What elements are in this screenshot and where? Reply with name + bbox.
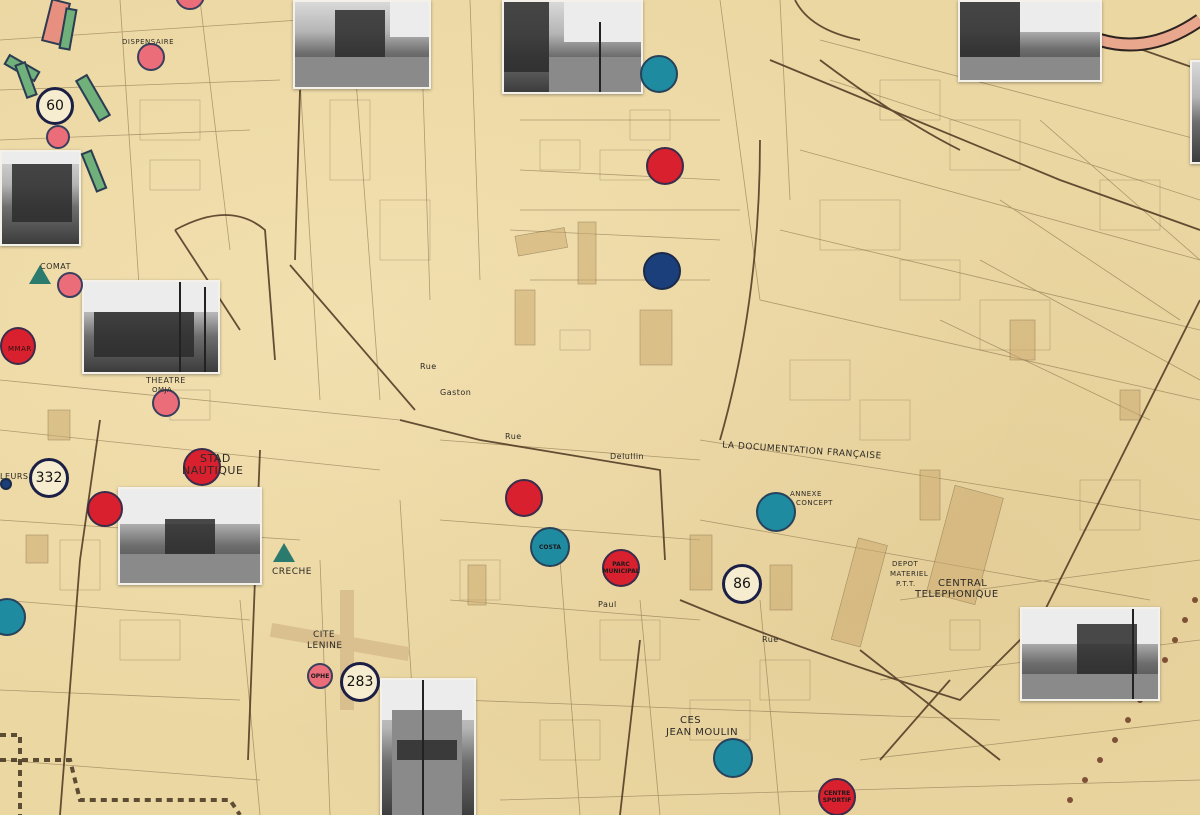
photo-avenue: [502, 0, 643, 94]
red-dot-marker[interactable]: CENTRE SPORTIF: [818, 778, 856, 815]
photo-office-block: [0, 150, 81, 246]
map-label: CES: [680, 715, 702, 726]
number-marker[interactable]: 60: [36, 87, 74, 125]
photo-street-cars: [293, 0, 431, 89]
street-label: Rue: [505, 432, 522, 441]
dot-label-stack: CENTRE SPORTIF: [823, 790, 852, 804]
pink-dot-marker[interactable]: OPHE: [307, 663, 333, 689]
map-label: JEAN MOULIN: [666, 727, 739, 738]
red-dot-marker[interactable]: [505, 479, 543, 517]
city-map: OPHE PARC MUNICIPAL CENTRE SPORTIF COSTA…: [0, 0, 1200, 815]
photo-apartment-tower: [380, 678, 476, 815]
street-label: Gaston: [440, 388, 472, 397]
pink-dot-marker[interactable]: [46, 125, 70, 149]
map-label: LENINE: [307, 641, 343, 651]
street-label: Paul: [598, 600, 617, 609]
dot-label: OPHE: [310, 672, 330, 680]
photo-car-buildings: [958, 0, 1102, 82]
street-label: Rue: [762, 635, 779, 644]
dot-label: SPORTIF: [822, 797, 852, 804]
red-dot-marker[interactable]: PARC MUNICIPAL: [602, 549, 640, 587]
dot-label: CENTRE: [823, 790, 851, 797]
blue-dot-marker[interactable]: [640, 55, 678, 93]
blue-dot-marker[interactable]: COSTA: [530, 527, 570, 567]
photo-station-street: [1020, 607, 1160, 701]
street-label: Rue: [420, 362, 437, 371]
street-label: Delullin: [610, 452, 645, 461]
map-label: P.T.T.: [896, 580, 916, 588]
map-label: DEPOT: [892, 560, 919, 568]
map-label: CITE: [313, 630, 336, 640]
map-label: NAUTIQUE: [182, 464, 244, 477]
map-label: MATERIEL: [890, 570, 929, 578]
dot-label: COSTA: [538, 543, 562, 551]
photo-edge-right: [1190, 60, 1200, 164]
navy-dot-marker[interactable]: [643, 252, 681, 290]
map-label: MMAR: [8, 345, 32, 353]
map-label: LEURS: [0, 472, 29, 481]
blue-dot-marker[interactable]: [756, 492, 796, 532]
map-label: CENTRAL: [938, 578, 988, 589]
red-dot-marker[interactable]: [87, 491, 123, 527]
map-label: ANNEXE: [790, 490, 822, 498]
map-label: TELEPHONIQUE: [915, 589, 999, 600]
photo-pavilion: [82, 280, 220, 374]
photo-nautical-stadium: [118, 487, 262, 585]
red-dot-marker[interactable]: [646, 147, 684, 185]
pink-dot-marker[interactable]: [137, 43, 165, 71]
map-label: CRECHE: [272, 567, 312, 577]
dot-label: PARC MUNICIPAL: [602, 561, 640, 575]
map-label: THEATRE: [146, 376, 186, 385]
blue-dot-marker[interactable]: [713, 738, 753, 778]
map-label: COMAT: [40, 262, 72, 271]
pink-dot-marker[interactable]: [57, 272, 83, 298]
number-marker[interactable]: 332: [29, 458, 69, 498]
triangle-marker: [273, 543, 295, 562]
map-label: OMJA: [152, 386, 173, 394]
map-label: DISPENSAIRE: [122, 38, 174, 46]
map-label: CONCEPT: [796, 499, 833, 507]
number-marker[interactable]: 283: [340, 662, 380, 702]
number-marker[interactable]: 86: [722, 564, 762, 604]
